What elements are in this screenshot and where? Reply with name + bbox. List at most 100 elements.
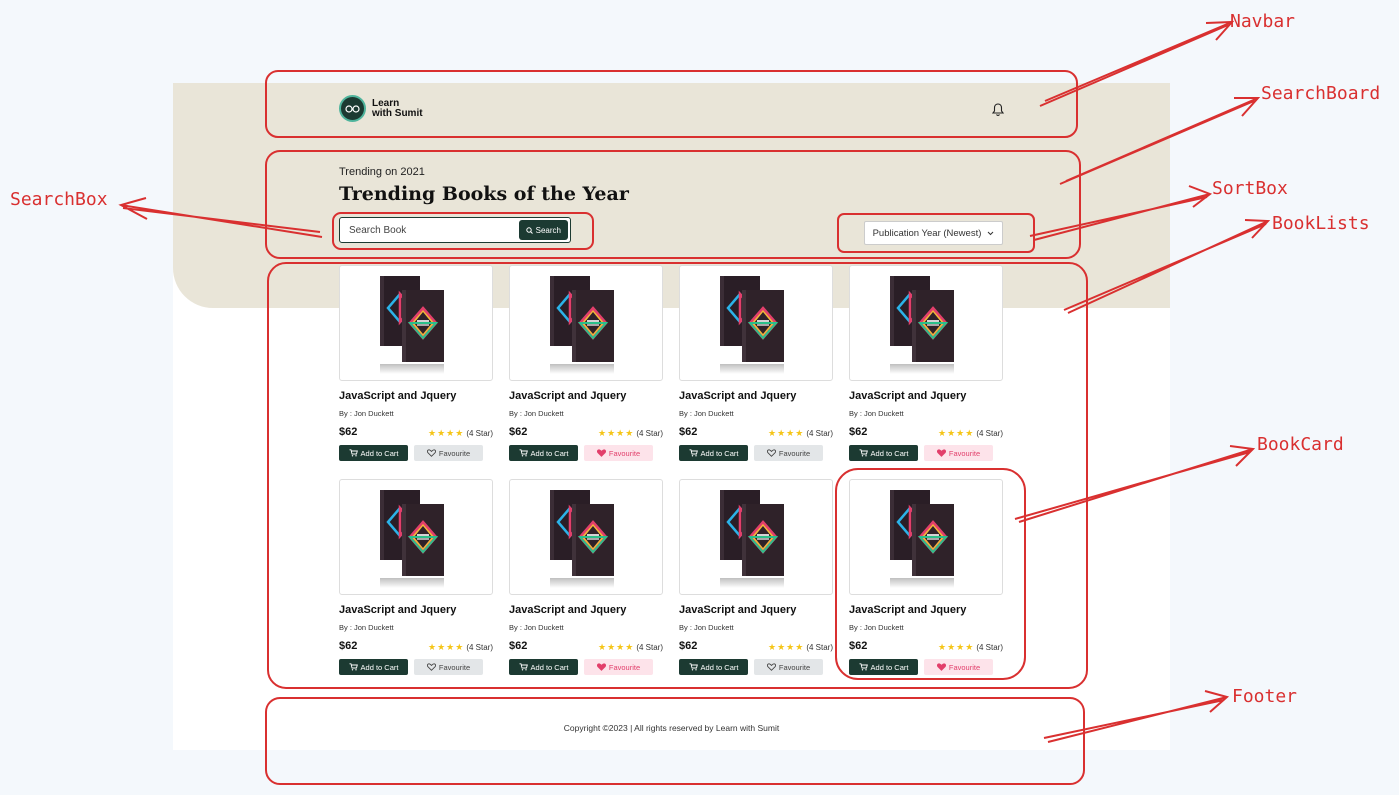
navbar-logo[interactable]: Learn with Sumit (339, 95, 423, 122)
rating-label: (4 Star) (636, 429, 663, 438)
book-rating: ★★★★ (4 Star) (768, 642, 833, 653)
book-author: By : Jon Duckett (849, 409, 904, 418)
add-to-cart-button[interactable]: Add to Cart (679, 445, 748, 461)
book-card[interactable]: JavaScript and Jquery By : Jon Duckett $… (339, 479, 493, 679)
book-cover-image[interactable] (339, 265, 493, 381)
searchbox-annotation-label: SearchBox (10, 189, 108, 210)
add-to-cart-button[interactable]: Add to Cart (849, 445, 918, 461)
book-author: By : Jon Duckett (849, 623, 904, 632)
book-title[interactable]: JavaScript and Jquery (339, 604, 456, 616)
favourite-label: Favourite (778, 448, 811, 458)
footer-annotation-label: Footer (1232, 686, 1298, 707)
favourite-button[interactable]: Favourite (414, 659, 483, 675)
book-card[interactable]: JavaScript and Jquery By : Jon Duckett $… (849, 265, 1003, 465)
add-to-cart-button[interactable]: Add to Cart (849, 659, 918, 675)
favourite-label: Favourite (948, 662, 981, 672)
sort-select[interactable]: Publication Year (Newest) (864, 221, 1003, 245)
add-to-cart-label: Add to Cart (360, 662, 399, 672)
add-to-cart-label: Add to Cart (530, 662, 569, 672)
rating-label: (4 Star) (806, 643, 833, 652)
book-rating: ★★★★ (4 Star) (428, 428, 493, 439)
cart-icon (349, 663, 358, 671)
book-rating: ★★★★ (4 Star) (428, 642, 493, 653)
book-card[interactable]: JavaScript and Jquery By : Jon Duckett $… (509, 265, 663, 465)
add-to-cart-button[interactable]: Add to Cart (339, 659, 408, 675)
cart-icon (519, 449, 528, 457)
book-card[interactable]: JavaScript and Jquery By : Jon Duckett $… (509, 479, 663, 679)
add-to-cart-button[interactable]: Add to Cart (679, 659, 748, 675)
book-card[interactable]: JavaScript and Jquery By : Jon Duckett $… (679, 265, 833, 465)
book-cover-image[interactable] (849, 265, 1003, 381)
add-to-cart-button[interactable]: Add to Cart (509, 659, 578, 675)
book-card[interactable]: JavaScript and Jquery By : Jon Duckett $… (849, 479, 1003, 679)
book-title[interactable]: JavaScript and Jquery (679, 390, 796, 402)
book-title[interactable]: JavaScript and Jquery (509, 604, 626, 616)
favourite-label: Favourite (438, 662, 471, 672)
favourite-button[interactable]: Favourite (584, 445, 653, 461)
sortbox-annotation-label: SortBox (1212, 178, 1288, 199)
search-icon (525, 226, 533, 234)
heart-icon (596, 449, 606, 457)
book-title[interactable]: JavaScript and Jquery (509, 390, 626, 402)
search-box: Search (339, 217, 571, 243)
heart-icon (426, 663, 436, 671)
book-title[interactable]: JavaScript and Jquery (849, 390, 966, 402)
star-icons: ★★★★ (768, 428, 805, 438)
star-icons: ★★★★ (428, 642, 465, 652)
search-button[interactable]: Search (518, 220, 568, 240)
book-title[interactable]: JavaScript and Jquery (679, 604, 796, 616)
heart-icon (936, 663, 946, 671)
book-title[interactable]: JavaScript and Jquery (849, 604, 966, 616)
book-title[interactable]: JavaScript and Jquery (339, 390, 456, 402)
book-cover-image[interactable] (679, 479, 833, 595)
heart-icon (766, 663, 776, 671)
favourite-button[interactable]: Favourite (754, 659, 823, 675)
cart-icon (689, 449, 698, 457)
book-author: By : Jon Duckett (679, 409, 734, 418)
book-author: By : Jon Duckett (509, 409, 564, 418)
book-cover-image[interactable] (679, 265, 833, 381)
rating-label: (4 Star) (466, 643, 493, 652)
add-to-cart-button[interactable]: Add to Cart (509, 445, 578, 461)
book-price: $62 (849, 640, 868, 652)
favourite-button[interactable]: Favourite (924, 659, 993, 675)
favourite-label: Favourite (948, 448, 981, 458)
favourite-label: Favourite (608, 662, 641, 672)
glasses-logo-icon (339, 95, 366, 122)
book-rating: ★★★★ (4 Star) (598, 642, 663, 653)
book-rating: ★★★★ (4 Star) (598, 428, 663, 439)
trending-subtitle: Trending on 2021 (339, 166, 425, 178)
page-title: Trending Books of the Year (339, 183, 629, 205)
book-cover-image[interactable] (509, 479, 663, 595)
star-icons: ★★★★ (938, 428, 975, 438)
book-cover-image[interactable] (849, 479, 1003, 595)
star-icons: ★★★★ (938, 642, 975, 652)
app-page: Learn with Sumit Trending on 2021 Trendi… (173, 83, 1170, 750)
bell-icon[interactable] (991, 103, 1005, 117)
rating-label: (4 Star) (976, 643, 1003, 652)
book-rating: ★★★★ (4 Star) (938, 428, 1003, 439)
hero-background (173, 83, 1170, 308)
searchboard-annotation-label: SearchBoard (1261, 83, 1381, 104)
book-card[interactable]: JavaScript and Jquery By : Jon Duckett $… (679, 479, 833, 679)
star-icons: ★★★★ (598, 428, 635, 438)
book-cover-image[interactable] (339, 479, 493, 595)
book-card[interactable]: JavaScript and Jquery By : Jon Duckett $… (339, 265, 493, 465)
book-cover-image[interactable] (509, 265, 663, 381)
favourite-label: Favourite (778, 662, 811, 672)
book-price: $62 (679, 640, 698, 652)
favourite-button[interactable]: Favourite (414, 445, 483, 461)
add-to-cart-label: Add to Cart (870, 448, 909, 458)
add-to-cart-button[interactable]: Add to Cart (339, 445, 408, 461)
search-input[interactable] (340, 219, 519, 241)
search-button-label: Search (535, 225, 561, 235)
star-icons: ★★★★ (768, 642, 805, 652)
logo-line-2: with Sumit (372, 107, 423, 119)
favourite-button[interactable]: Favourite (584, 659, 653, 675)
book-author: By : Jon Duckett (509, 623, 564, 632)
rating-label: (4 Star) (806, 429, 833, 438)
favourite-button[interactable]: Favourite (924, 445, 993, 461)
favourite-button[interactable]: Favourite (754, 445, 823, 461)
favourite-label: Favourite (608, 448, 641, 458)
cart-icon (519, 663, 528, 671)
